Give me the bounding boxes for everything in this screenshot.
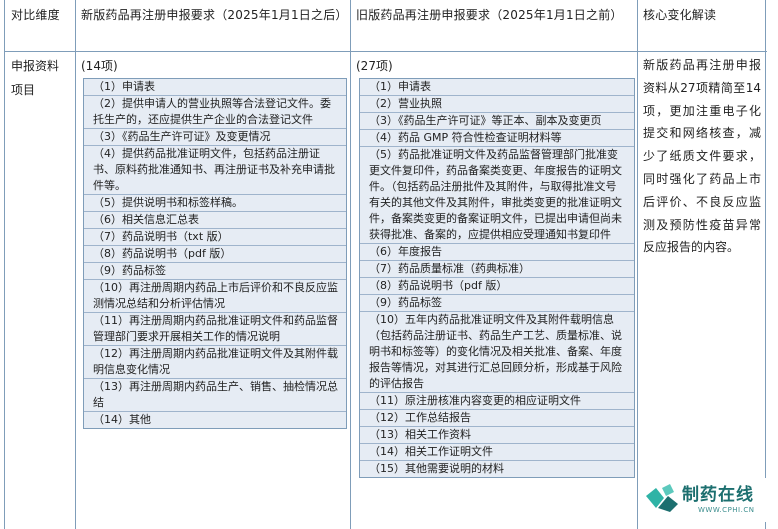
- list-item: （11）原注册核准内容变更的相应证明文件: [360, 393, 634, 410]
- list-item: （5）提供说明书和标签样稿。: [84, 195, 346, 212]
- dimension-label: 申报资料项目: [11, 59, 60, 97]
- list-item: （13）相关工作资料: [360, 427, 634, 444]
- list-item: （7）药品质量标准（药典标准）: [360, 261, 634, 278]
- list-item: （12）工作总结报告: [360, 410, 634, 427]
- list-item: （15）其他需要说明的材料: [369, 462, 504, 475]
- list-item: （7）药品说明书（txt 版）: [84, 229, 346, 246]
- header-old-requirements: 旧版药品再注册申报要求（2025年1月1日之前）: [356, 8, 623, 22]
- old-items-list: （1）申请表 （2）营业执照 （3）《药品生产许可证》等正本、副本及变更页 （4）药品…: [359, 78, 635, 478]
- list-item: （8）药品说明书（pdf 版）: [84, 246, 346, 263]
- brand-name: 制药在线: [682, 485, 754, 505]
- interpretation-text: 新版药品再注册申报资料从27项精简至14项，更加注重电子化提交和网络核查，减少了…: [643, 58, 761, 255]
- header-dimension: 对比维度: [11, 8, 60, 22]
- list-item: （9）药品标签: [360, 295, 634, 312]
- list-item: （4）提供药品批准证明文件，包括药品注册证书、原料药批准通知书、再注册证书及补充…: [84, 146, 346, 195]
- header-interpretation: 核心变化解读: [643, 8, 717, 22]
- comparison-table: 对比维度 新版药品再注册申报要求（2025年1月1日之后） 旧版药品再注册申报要…: [4, 0, 767, 529]
- list-item: （3）《药品生产许可证》及变更情况: [84, 129, 346, 146]
- old-item-count: (27项): [356, 59, 393, 73]
- list-item: （2）营业执照: [360, 96, 634, 113]
- leaf-icon: [646, 484, 678, 512]
- new-items-list: （1）申请表 （2）提供申请人的营业执照等合法登记文件。委托生产的，还应提供生产企…: [83, 78, 347, 429]
- list-item: （6）年度报告: [360, 244, 634, 261]
- list-item: （10）再注册周期内药品上市后评价和不良反应监测情况总结和分析评估情况: [84, 280, 346, 313]
- header-divider: [5, 51, 767, 52]
- list-item: （2）提供申请人的营业执照等合法登记文件。委托生产的，还应提供生产企业的合法登记…: [84, 96, 346, 129]
- list-item: （5）药品批准证明文件及药品监督管理部门批准变更文件复印件，药品备案类变更、年度…: [360, 147, 634, 244]
- list-item: （3）《药品生产许可证》等正本、副本及变更页: [360, 113, 634, 130]
- column-divider: [350, 0, 351, 529]
- column-divider: [75, 0, 76, 529]
- list-item: （14）相关工作证明文件: [360, 444, 634, 461]
- list-item: （8）药品说明书（pdf 版）: [360, 278, 634, 295]
- list-item: （11）再注册周期内药品批准证明文件和药品监督管理部门要求开展相关工作的情况说明: [84, 313, 346, 346]
- list-item: （1）申请表: [360, 79, 634, 96]
- list-item: （1）申请表: [84, 79, 346, 96]
- list-item: （13）再注册周期内药品生产、销售、抽检情况总结: [84, 379, 346, 412]
- brand-logo: 制药在线 WWW.CPHI.CN: [642, 478, 772, 522]
- list-item: （9）药品标签: [84, 263, 346, 280]
- new-item-count: (14项): [81, 59, 118, 73]
- column-divider: [637, 0, 638, 529]
- list-item: （10）五年内药品批准证明文件及其附件载明信息（包括药品注册证书、药品生产工艺、…: [360, 312, 634, 393]
- brand-url: WWW.CPHI.CN: [698, 506, 755, 514]
- list-item: （14）其他: [93, 413, 151, 426]
- list-item: （4）药品 GMP 符合性检查证明材料等: [360, 130, 634, 147]
- list-item: （12）再注册周期内药品批准证明文件及其附件载明信息变化情况: [84, 346, 346, 379]
- list-item: （6）相关信息汇总表: [84, 212, 346, 229]
- header-new-requirements: 新版药品再注册申报要求（2025年1月1日之后）: [81, 8, 348, 22]
